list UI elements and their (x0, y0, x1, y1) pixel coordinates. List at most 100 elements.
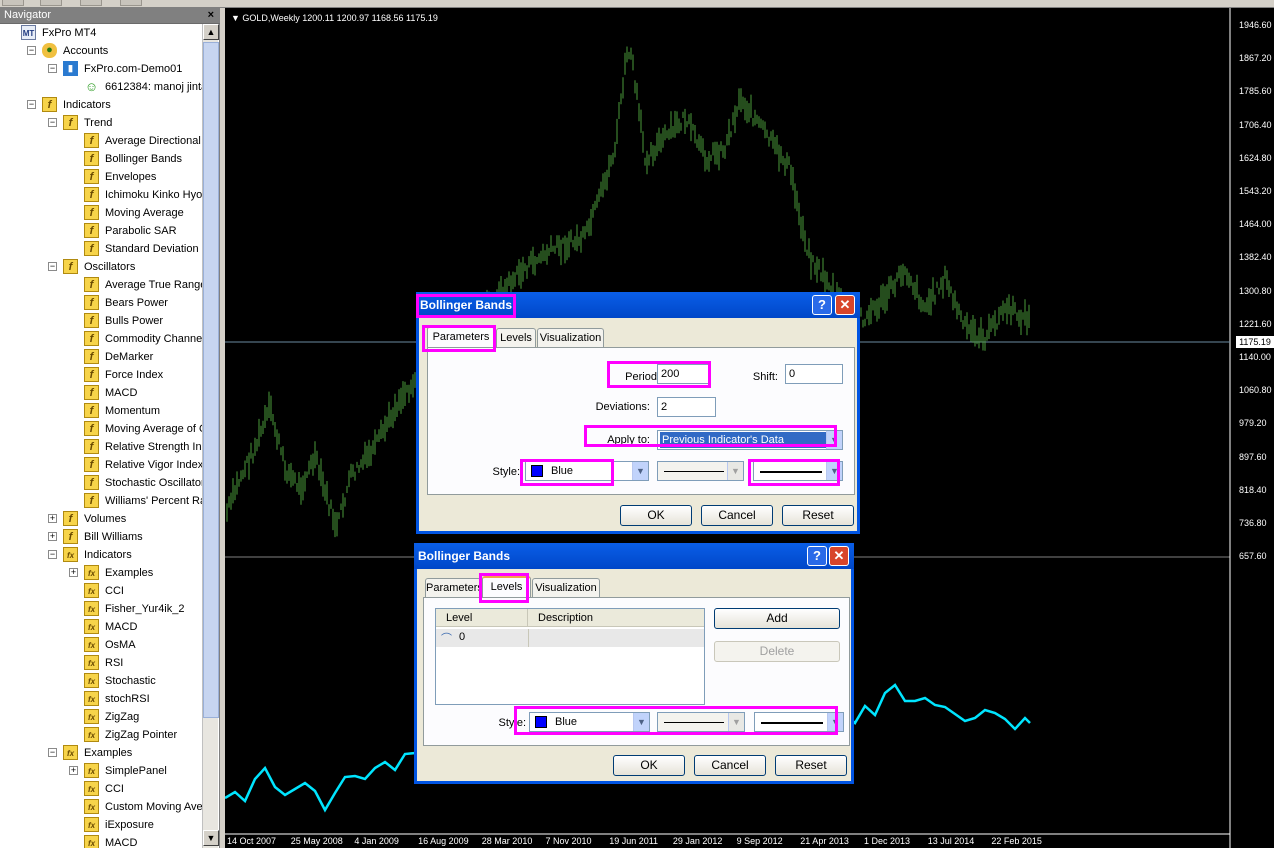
scroll-up-icon[interactable]: ▲ (203, 24, 219, 40)
custom-indicator-icon: fx (63, 547, 78, 562)
collapse-icon[interactable]: − (48, 550, 57, 559)
time-axis-label: 9 Sep 2012 (736, 836, 783, 846)
close-icon[interactable]: × (208, 9, 214, 21)
tab-levels[interactable]: Levels (482, 576, 531, 598)
tab-parameters[interactable]: Parameters (427, 326, 495, 348)
tab-visualization[interactable]: Visualization (537, 328, 604, 348)
tree-item-label: Bulls Power (105, 315, 164, 327)
cancel-button[interactable]: Cancel (701, 505, 773, 526)
collapse-icon[interactable]: − (48, 748, 57, 757)
toolbar-button[interactable] (120, 0, 142, 6)
toolbar-button[interactable] (80, 0, 102, 6)
ok-button[interactable]: OK (613, 755, 685, 776)
add-level-button[interactable]: Add (714, 608, 840, 629)
indicator-icon: f (84, 457, 99, 472)
column-description[interactable]: Description (528, 609, 704, 627)
price-axis-label: 818.40 (1239, 484, 1267, 495)
custom-indicator-icon: fx (84, 799, 99, 814)
color-select[interactable]: Blue ▼ (525, 461, 649, 481)
tree-item-label: Stochastic (105, 675, 156, 687)
reset-button[interactable]: Reset (775, 755, 847, 776)
line-style-select[interactable]: ▼ (657, 712, 745, 732)
line-width-preview (760, 471, 822, 473)
help-icon[interactable]: ? (812, 295, 832, 315)
custom-indicator-icon: fx (84, 565, 99, 580)
color-value: Blue (555, 716, 578, 728)
ok-button[interactable]: OK (620, 505, 692, 526)
toolbar-button[interactable] (2, 0, 24, 6)
chevron-down-icon[interactable]: ▼ (728, 713, 744, 731)
dialog-titlebar[interactable]: Bollinger Bands ? ✕ (414, 543, 854, 569)
tab-parameters[interactable]: Parameters (425, 578, 483, 598)
tree-item-label: Parabolic SAR (105, 225, 177, 237)
indicator-icon: f (84, 151, 99, 166)
period-input[interactable]: 200 (657, 364, 711, 384)
tree-item-label: Custom Moving Averages (105, 801, 202, 813)
color-select[interactable]: Blue ▼ (529, 712, 650, 732)
expand-icon[interactable]: + (48, 532, 57, 541)
custom-indicator-icon: fx (84, 601, 99, 616)
chevron-down-icon[interactable]: ▼ (633, 713, 649, 731)
navigator-scrollbar[interactable]: ▲ ▼ (202, 24, 219, 848)
indicator-icon: f (63, 529, 78, 544)
scroll-thumb[interactable] (203, 42, 219, 718)
dialog-title: Bollinger Bands (420, 298, 513, 312)
bollinger-dialog-parameters: Bollinger Bands ? ✕ Parameters Levels Vi… (416, 292, 860, 534)
scroll-down-icon[interactable]: ▼ (203, 830, 219, 846)
price-axis-label: 1624.80 (1239, 152, 1272, 163)
line-width-select[interactable]: ▼ (753, 461, 843, 481)
expand-icon[interactable]: + (69, 568, 78, 577)
line-width-select[interactable]: ▼ (754, 712, 844, 732)
close-icon[interactable]: ✕ (835, 295, 855, 315)
chevron-down-icon[interactable]: ▼ (632, 462, 648, 480)
chevron-down-icon[interactable]: ▼ (826, 431, 842, 449)
tree-item-label: Bill Williams (84, 531, 143, 543)
cancel-button[interactable]: Cancel (694, 755, 766, 776)
apply-to-select[interactable]: Previous Indicator's Data ▼ (657, 430, 843, 450)
price-axis-label: 1946.60 (1239, 20, 1272, 30)
toolbar-button[interactable] (40, 0, 62, 6)
tab-levels[interactable]: Levels (496, 328, 536, 348)
collapse-icon[interactable]: − (48, 262, 57, 271)
custom-indicator-icon: fx (84, 781, 99, 796)
tab-visualization[interactable]: Visualization (532, 578, 600, 598)
indicator-icon: f (84, 277, 99, 292)
custom-indicator-icon: fx (84, 709, 99, 724)
table-row[interactable]: ⌒ 0 (436, 629, 704, 647)
time-axis-label: 28 Mar 2010 (481, 836, 533, 846)
time-axis-label: 25 May 2008 (290, 836, 343, 846)
collapse-icon[interactable]: − (48, 64, 57, 73)
tree-item-label: Accounts (63, 45, 109, 57)
chevron-down-icon[interactable]: ▼ (727, 462, 743, 480)
collapse-icon[interactable]: − (48, 118, 57, 127)
collapse-icon[interactable]: − (27, 100, 36, 109)
tree-item-label: iExposure (105, 819, 154, 831)
levels-panel: Level Description ⌒ 0 Add Delete Style: … (423, 597, 850, 746)
time-axis-label: 1 Dec 2013 (864, 836, 911, 846)
expand-icon[interactable]: + (48, 514, 57, 523)
indicator-icon: f (63, 115, 78, 130)
chevron-down-icon[interactable]: ▼ (826, 462, 842, 480)
time-axis-label: 16 Aug 2009 (418, 836, 469, 846)
levels-table[interactable]: Level Description ⌒ 0 (435, 608, 705, 705)
help-icon[interactable]: ? (807, 546, 827, 566)
close-icon[interactable]: ✕ (829, 546, 849, 566)
reset-button[interactable]: Reset (782, 505, 854, 526)
expand-icon[interactable]: + (69, 766, 78, 775)
tree-item-label: Indicators (63, 99, 111, 111)
chevron-down-icon[interactable]: ▼ (827, 713, 843, 731)
line-style-select[interactable]: ▼ (657, 461, 744, 481)
collapse-icon[interactable]: − (27, 46, 36, 55)
accounts-icon: ● (42, 43, 57, 58)
column-level[interactable]: Level (436, 609, 528, 627)
indicator-icon: f (84, 493, 99, 508)
tree-item-label: Relative Strength Inde (105, 441, 202, 453)
custom-indicator-icon: fx (84, 835, 99, 848)
tree-item-label: RSI (105, 657, 124, 669)
indicator-icon: f (84, 403, 99, 418)
delete-level-button[interactable]: Delete (714, 641, 840, 662)
deviations-input[interactable]: 2 (657, 397, 716, 417)
dialog-titlebar[interactable]: Bollinger Bands ? ✕ (416, 292, 860, 318)
tree-item-label: Trend (84, 117, 113, 129)
shift-input[interactable]: 0 (785, 364, 843, 384)
